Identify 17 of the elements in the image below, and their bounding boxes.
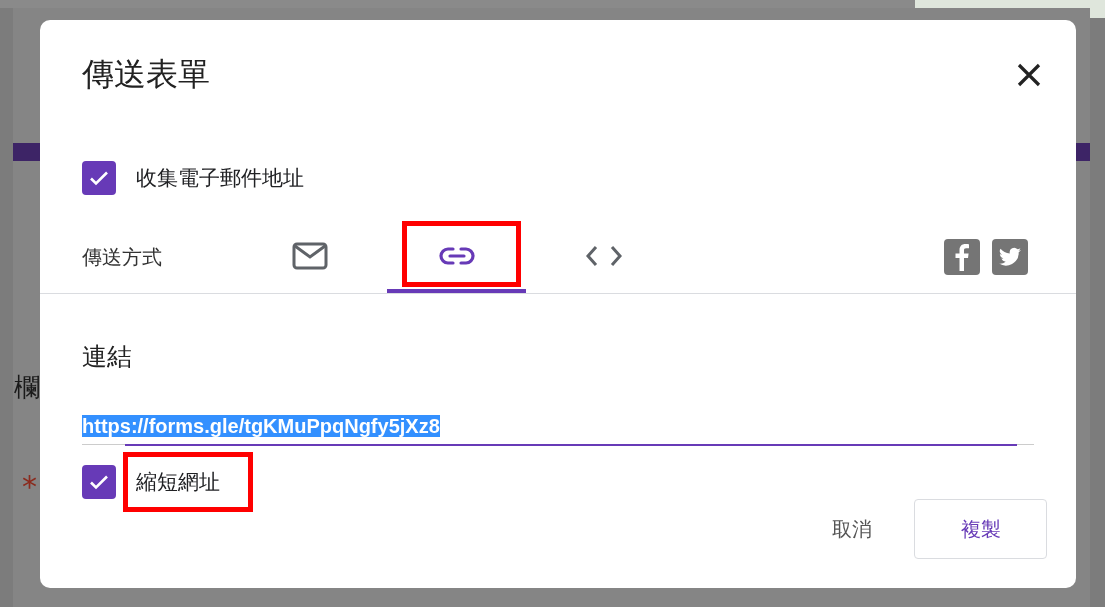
dialog-title: 傳送表單 bbox=[82, 54, 210, 95]
required-mark: * bbox=[22, 472, 37, 502]
facebook-icon[interactable] bbox=[944, 239, 980, 275]
copy-button[interactable]: 複製 bbox=[914, 499, 1047, 559]
checkbox[interactable] bbox=[82, 465, 116, 499]
checkbox[interactable] bbox=[82, 161, 116, 195]
checkbox-label: 收集電子郵件地址 bbox=[136, 165, 304, 192]
envelope-icon bbox=[291, 242, 328, 270]
cancel-button[interactable]: 取消 bbox=[808, 499, 896, 559]
send-via-label: 傳送方式 bbox=[82, 244, 163, 271]
checkbox-label: 縮短網址 bbox=[136, 469, 220, 496]
send-tab[interactable] bbox=[387, 223, 526, 293]
background-text: 欄 bbox=[14, 371, 40, 404]
link-icon bbox=[438, 246, 475, 266]
link-heading: 連結 bbox=[82, 341, 133, 373]
twitter-icon[interactable] bbox=[992, 239, 1028, 275]
code-icon bbox=[584, 244, 623, 268]
